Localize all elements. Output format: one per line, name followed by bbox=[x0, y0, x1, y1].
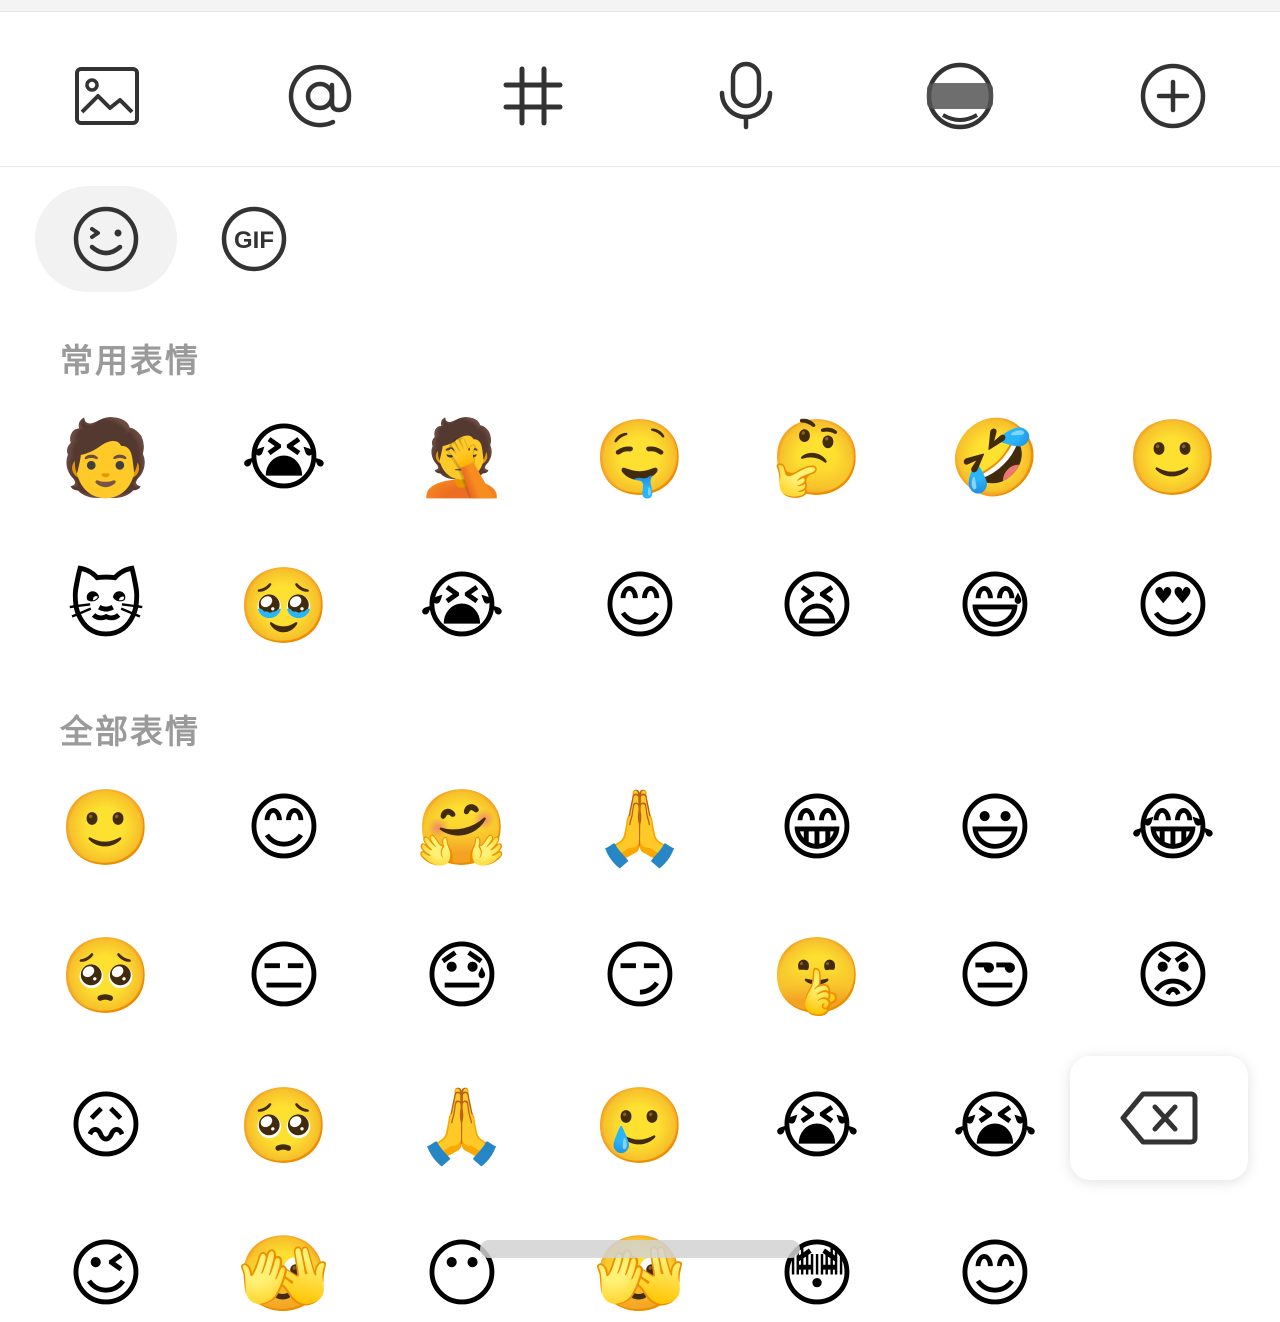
composer-toolbar bbox=[0, 12, 1280, 167]
emoji-happy-blush[interactable]: 😊 bbox=[236, 780, 332, 876]
mention-button[interactable] bbox=[280, 56, 360, 136]
image-button[interactable] bbox=[67, 56, 147, 136]
blurred-sticker-icon bbox=[926, 62, 994, 130]
tab-gif[interactable]: GIF bbox=[183, 186, 325, 292]
emoji-facepalm-laughing[interactable]: 🤦 bbox=[414, 410, 510, 506]
voice-button[interactable] bbox=[706, 56, 786, 136]
frequent-section-title: 常用表情 bbox=[60, 341, 200, 380]
emoji-smiling-face[interactable]: 🙂 bbox=[1125, 410, 1221, 506]
emoji-wailing[interactable]: 😭 bbox=[947, 1078, 1043, 1174]
delete-button[interactable] bbox=[1070, 1056, 1248, 1180]
gif-icon: GIF bbox=[221, 206, 287, 272]
emoji-praying-face[interactable]: 🙏 bbox=[592, 780, 688, 876]
emoji-teary-eyes-face[interactable]: 🥹 bbox=[236, 558, 332, 654]
emoji-excited-blush[interactable]: 🤗 bbox=[414, 780, 510, 876]
emoji-wink[interactable]: 😉 bbox=[58, 1226, 154, 1322]
emoji-smile[interactable]: 🙂 bbox=[58, 780, 154, 876]
emoji-shushing[interactable]: 🤫 bbox=[769, 928, 865, 1024]
emoji-speechless[interactable]: 😑 bbox=[236, 928, 332, 1024]
emoji-angry-red[interactable]: 😡 bbox=[1125, 928, 1221, 1024]
tab-emoji[interactable] bbox=[35, 186, 177, 292]
emoji-yawning-face[interactable]: 😫 bbox=[769, 558, 865, 654]
at-mention-icon bbox=[288, 64, 352, 128]
plus-icon bbox=[1140, 63, 1206, 129]
hashtag-icon bbox=[503, 66, 563, 126]
emoji-gentle-smile[interactable]: 😊 bbox=[947, 1226, 1043, 1322]
emoji-crying-face[interactable]: 😭 bbox=[236, 410, 332, 506]
gif-label: GIF bbox=[234, 227, 274, 254]
emoji-begging-hands[interactable]: 🙏 bbox=[414, 1078, 510, 1174]
emoji-nosebleed-face[interactable]: 🤤 bbox=[592, 410, 688, 506]
emoji-confused-face[interactable]: 😅 bbox=[947, 558, 1043, 654]
emoji-cat-sticker[interactable]: 🐱 bbox=[58, 558, 154, 654]
hashtag-button[interactable] bbox=[493, 56, 573, 136]
emoji-cheering-face[interactable]: 🤣 bbox=[947, 410, 1043, 506]
emoji-worried[interactable]: 🥺 bbox=[58, 928, 154, 1024]
emoji-annoyed[interactable]: 😒 bbox=[947, 928, 1043, 1024]
more-button[interactable] bbox=[1133, 56, 1213, 136]
image-icon bbox=[75, 67, 139, 125]
wink-face-icon bbox=[73, 206, 139, 272]
emoji-sobbing[interactable]: 😭 bbox=[769, 1078, 865, 1174]
emoji-loud-crying-face[interactable]: 😭 bbox=[414, 558, 510, 654]
home-indicator[interactable] bbox=[480, 1240, 800, 1258]
emoji-thinking-face[interactable]: 🤔 bbox=[769, 410, 865, 506]
emoji-tears-of-joy[interactable]: 😂 bbox=[1125, 780, 1221, 876]
backspace-icon bbox=[1120, 1091, 1198, 1145]
sticker-button[interactable] bbox=[920, 56, 1000, 136]
emoji-shy-blushing-face[interactable]: 😊 bbox=[592, 558, 688, 654]
emoji-covering-face[interactable]: 😖 bbox=[58, 1078, 154, 1174]
emoji-person-photo-sticker[interactable]: 🧑 bbox=[58, 410, 154, 506]
top-edge-strip bbox=[0, 0, 1280, 12]
emoji-grinning-teeth[interactable]: 😁 bbox=[769, 780, 865, 876]
emoji-tab-bar: GIF bbox=[0, 168, 1280, 308]
all-section-title: 全部表情 bbox=[60, 712, 200, 751]
emoji-covering-mouth-tears[interactable]: 🥲 bbox=[592, 1078, 688, 1174]
microphone-icon bbox=[719, 61, 773, 130]
emoji-smirk-thinking[interactable]: 😏 bbox=[592, 928, 688, 1024]
emoji-laughing[interactable]: 😃 bbox=[947, 780, 1043, 876]
emoji-pleading-cute[interactable]: 🥺 bbox=[236, 1078, 332, 1174]
emoji-sweat-drop[interactable]: 😓 bbox=[414, 928, 510, 1024]
emoji-peeking[interactable]: 🫣 bbox=[236, 1226, 332, 1322]
emoji-heart-eyes-face[interactable]: 😍 bbox=[1125, 558, 1221, 654]
